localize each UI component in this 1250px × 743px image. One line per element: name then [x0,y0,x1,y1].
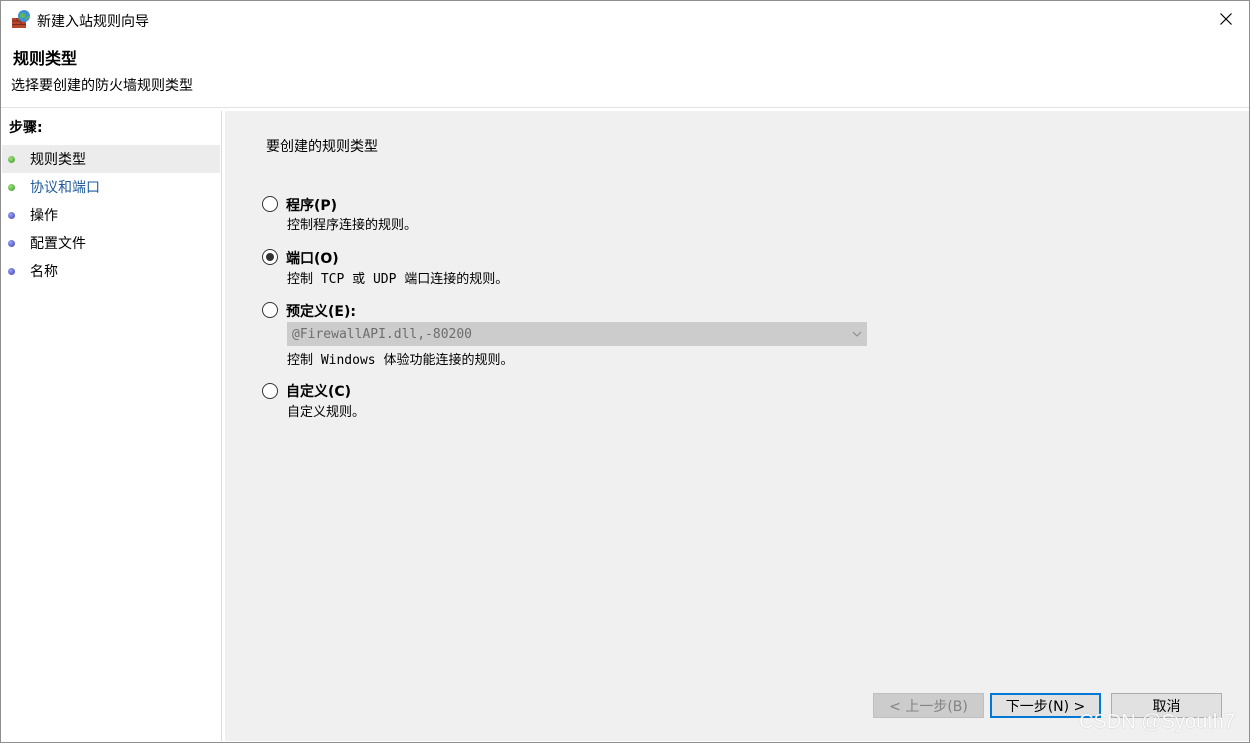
step-item-rule-type[interactable]: 规则类型 [2,145,220,173]
radio-predefined[interactable] [262,302,278,318]
step-complete-icon [8,155,15,163]
page-subtitle: 选择要创建的防火墙规则类型 [11,78,193,94]
option-port-description: 控制 TCP 或 UDP 端口连接的规则。 [287,272,509,287]
step-label: 规则类型 [30,152,86,168]
title-bar: 新建入站规则向导 [1,1,1249,37]
step-pending-icon [8,267,15,275]
step-item-name[interactable]: 名称 [2,257,220,285]
predefined-select-value: @FirewallAPI.dll,-80200 [292,326,473,342]
step-pending-icon [8,239,15,247]
predefined-select[interactable]: @FirewallAPI.dll,-80200 [287,322,867,346]
step-label: 操作 [30,208,58,224]
radio-port[interactable] [262,249,278,265]
option-predefined-description: 控制 Windows 体验功能连接的规则。 [287,353,514,368]
close-button[interactable] [1203,1,1249,37]
watermark: CSDN @Syouth7 [1079,711,1235,733]
step-item-action[interactable]: 操作 [2,201,220,229]
option-program-label[interactable]: 程序(P) [286,195,337,215]
option-predefined-label[interactable]: 预定义(E): [286,301,356,321]
step-pending-icon [8,211,15,219]
option-custom-label[interactable]: 自定义(C) [286,381,351,401]
steps-heading: 步骤: [9,120,43,136]
rule-type-prompt: 要创建的规则类型 [266,139,378,155]
firewall-icon [11,9,31,29]
radio-program[interactable] [262,196,278,212]
page-title: 规则类型 [13,49,78,68]
option-custom-description: 自定义规则。 [287,405,366,420]
back-button[interactable]: < 上一步(B) [873,693,984,718]
step-item-protocol-ports[interactable]: 协议和端口 [2,173,220,201]
chevron-down-icon [848,331,866,337]
step-label: 配置文件 [30,236,86,252]
step-label: 协议和端口 [30,180,100,196]
wizard-window: 新建入站规则向导 规则类型 选择要创建的防火墙规则类型 步骤: 规则类型 协议和… [0,0,1250,743]
header-divider [1,107,1249,108]
content-panel: 要创建的规则类型 程序(P) 控制程序连接的规则。 端口(O) 控制 TCP 或… [225,111,1249,741]
step-complete-icon [8,183,15,191]
option-program-description: 控制程序连接的规则。 [287,218,418,233]
option-port-label[interactable]: 端口(O) [286,248,339,268]
step-item-profile[interactable]: 配置文件 [2,229,220,257]
step-label: 名称 [30,264,58,280]
steps-panel: 步骤: 规则类型 协议和端口 操作 配置文件 名称 [2,111,222,741]
window-title: 新建入站规则向导 [37,14,149,30]
radio-custom[interactable] [262,383,278,399]
close-icon [1220,13,1232,25]
